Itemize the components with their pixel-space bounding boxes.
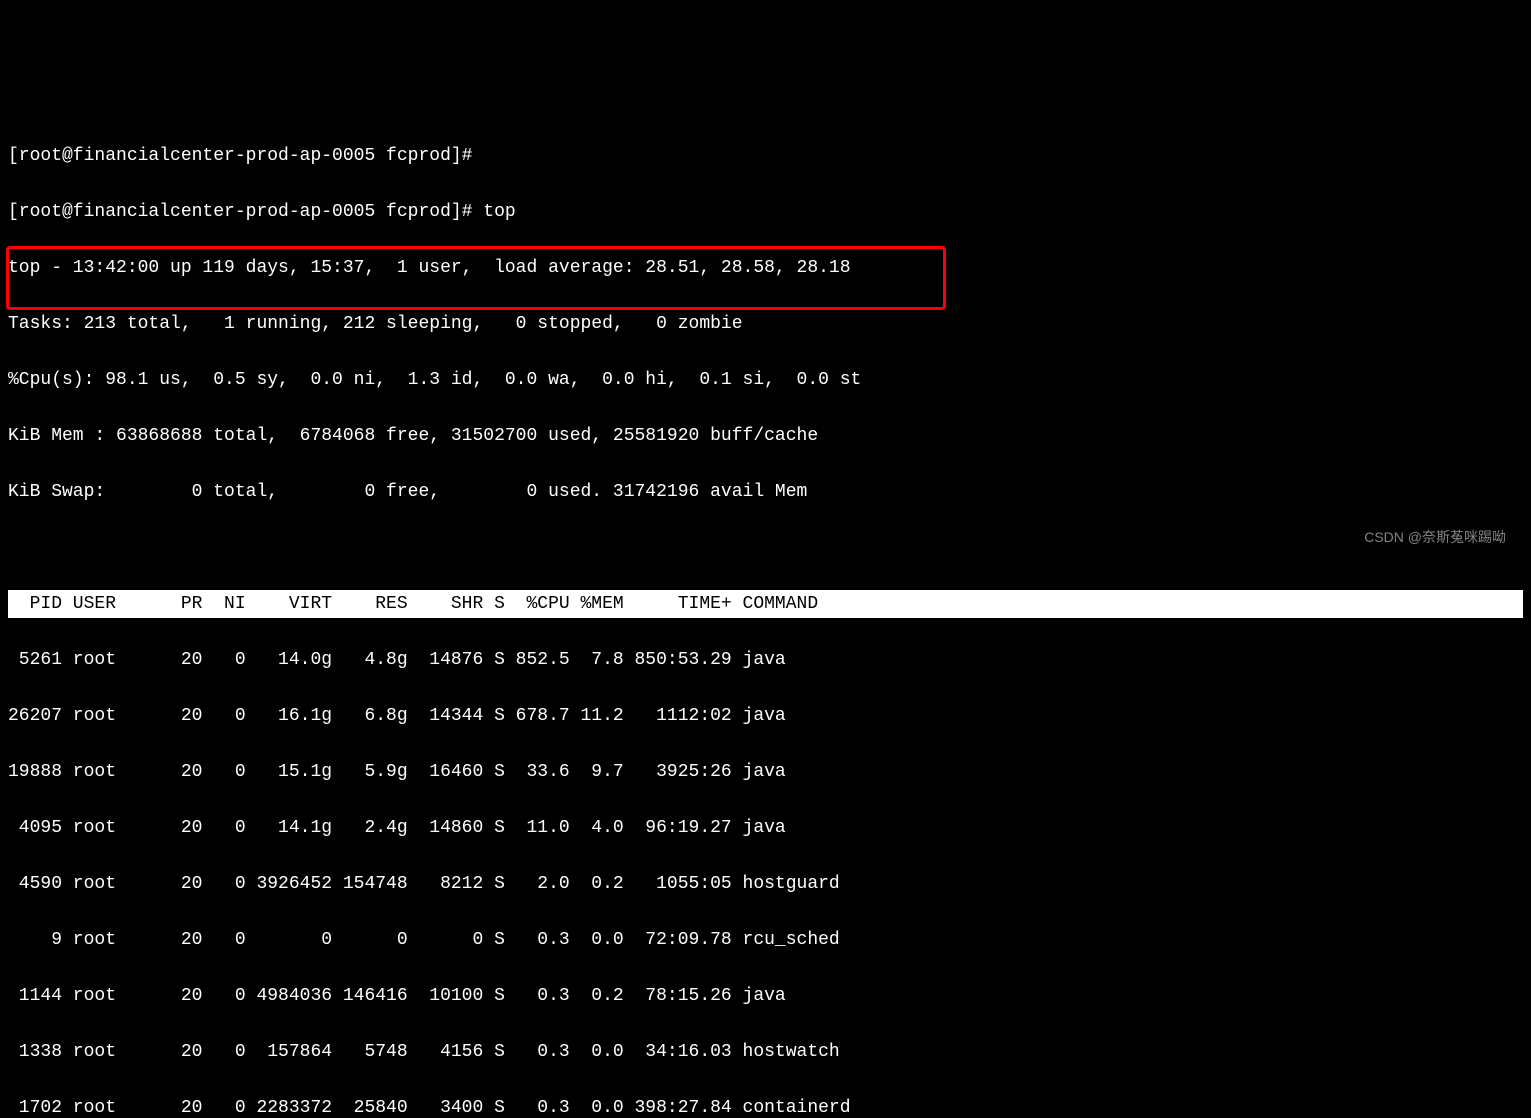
process-row: 4095 root 20 0 14.1g 2.4g 14860 S 11.0 4…: [8, 814, 1523, 842]
prompt-line: [root@financialcenter-prod-ap-0005 fcpro…: [8, 142, 1523, 170]
process-row: 26207 root 20 0 16.1g 6.8g 14344 S 678.7…: [8, 702, 1523, 730]
summary-line-1: top - 13:42:00 up 119 days, 15:37, 1 use…: [8, 254, 1523, 282]
prompt-line-top: [root@financialcenter-prod-ap-0005 fcpro…: [8, 198, 1523, 226]
process-row: 19888 root 20 0 15.1g 5.9g 16460 S 33.6 …: [8, 758, 1523, 786]
process-table-header: PID USER PR NI VIRT RES SHR S %CPU %MEM …: [8, 590, 1523, 618]
summary-line-5: KiB Swap: 0 total, 0 free, 0 used. 31742…: [8, 478, 1523, 506]
blank-line: [8, 534, 1523, 562]
process-row: 5261 root 20 0 14.0g 4.8g 14876 S 852.5 …: [8, 646, 1523, 674]
process-row: 1702 root 20 0 2283372 25840 3400 S 0.3 …: [8, 1094, 1523, 1118]
process-row: 1338 root 20 0 157864 5748 4156 S 0.3 0.…: [8, 1038, 1523, 1066]
process-row: 9 root 20 0 0 0 0 S 0.3 0.0 72:09.78 rcu…: [8, 926, 1523, 954]
process-row: 4590 root 20 0 3926452 154748 8212 S 2.0…: [8, 870, 1523, 898]
process-row: 1144 root 20 0 4984036 146416 10100 S 0.…: [8, 982, 1523, 1010]
summary-line-4: KiB Mem : 63868688 total, 6784068 free, …: [8, 422, 1523, 450]
summary-line-3: %Cpu(s): 98.1 us, 0.5 sy, 0.0 ni, 1.3 id…: [8, 366, 1523, 394]
watermark-text: CSDN @奈斯菟咪踢呦: [1364, 523, 1506, 551]
summary-line-2: Tasks: 213 total, 1 running, 212 sleepin…: [8, 310, 1523, 338]
terminal[interactable]: [root@financialcenter-prod-ap-0005 fcpro…: [0, 112, 1531, 1118]
